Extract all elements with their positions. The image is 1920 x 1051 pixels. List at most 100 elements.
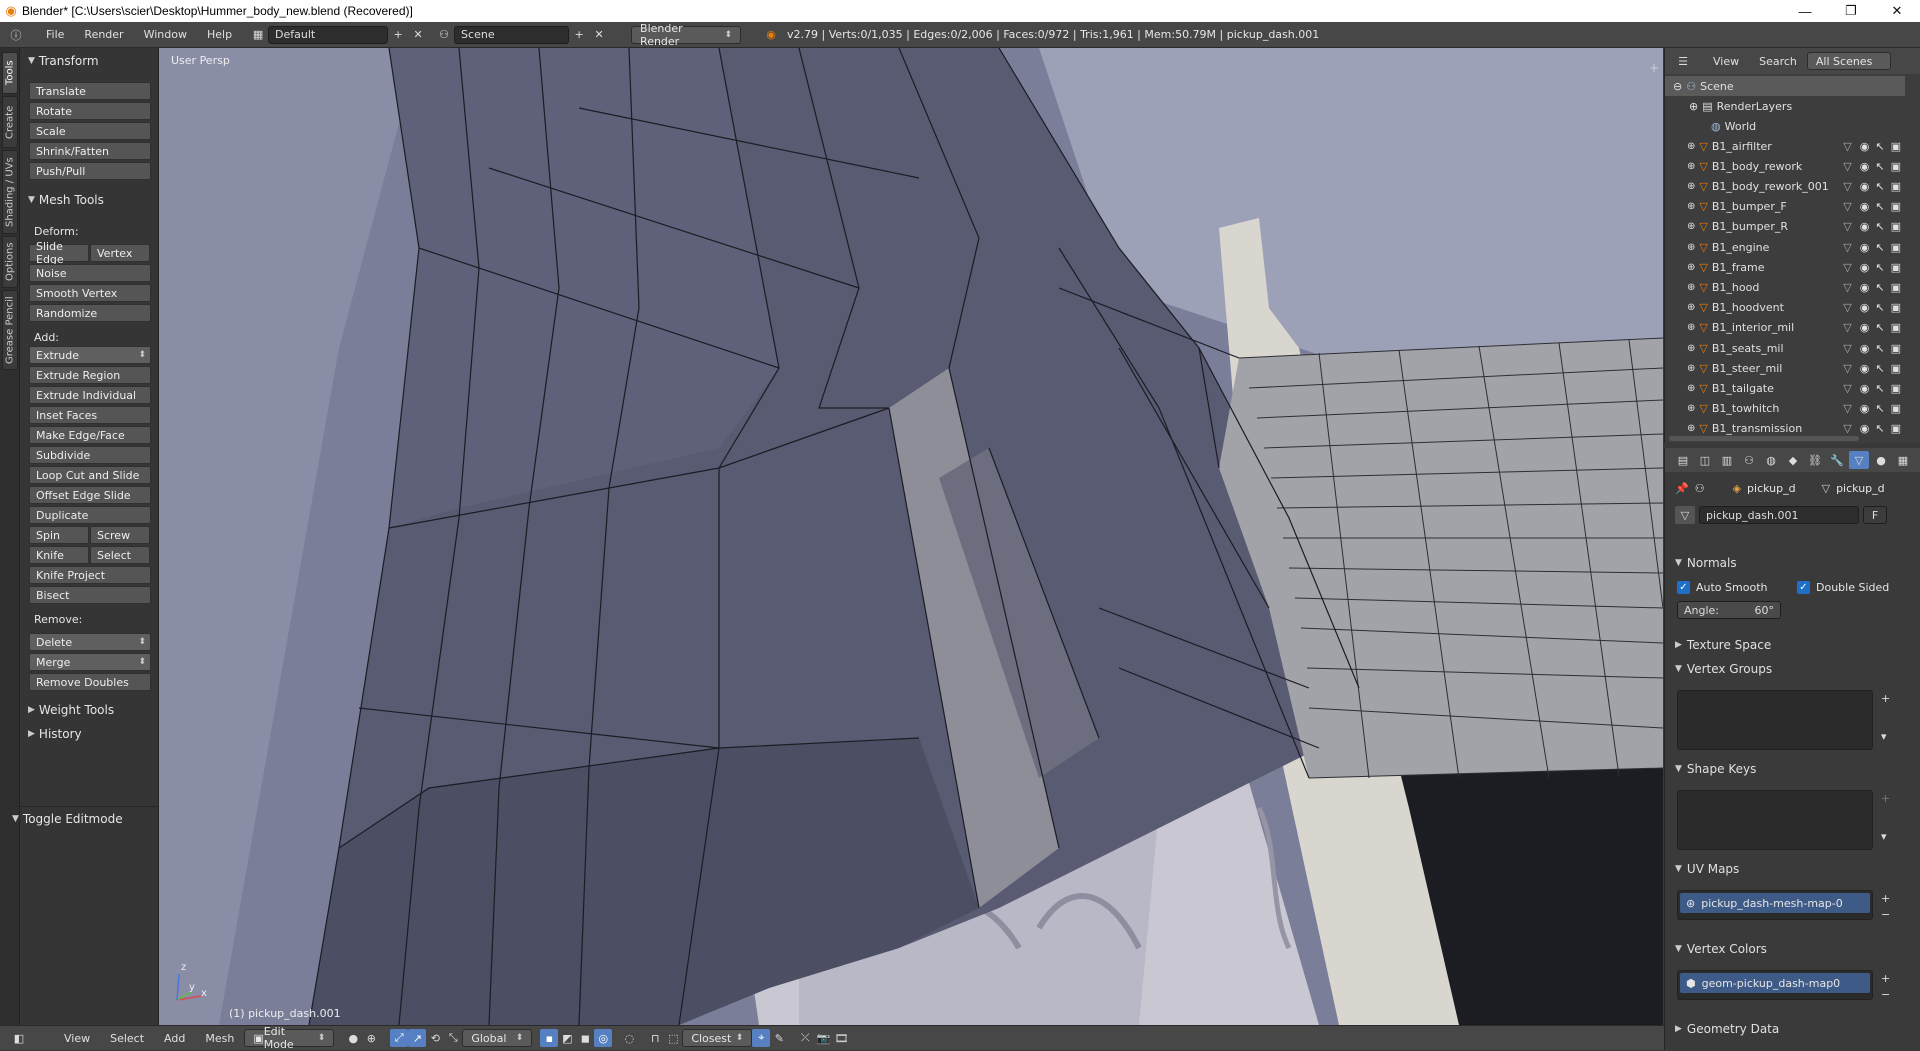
visibility-eye-icon[interactable]: ◉ <box>1860 382 1870 395</box>
breadcrumb-object[interactable]: pickup_d <box>1747 482 1796 495</box>
visibility-eye-icon[interactable]: ◉ <box>1860 140 1870 153</box>
face-select-icon[interactable]: ◼ <box>576 1029 594 1047</box>
remove-layout-icon[interactable]: ✕ <box>408 26 428 44</box>
double-sided-toggle[interactable]: ✓ Double Sided <box>1797 581 1889 594</box>
selectability-cursor-icon[interactable]: ↖ <box>1875 301 1884 314</box>
selectability-cursor-icon[interactable]: ↖ <box>1875 422 1884 435</box>
vertex-color-add-icon[interactable]: + <box>1881 972 1890 985</box>
menu-file[interactable]: File <box>36 28 74 41</box>
selectability-cursor-icon[interactable]: ↖ <box>1875 140 1884 153</box>
selectability-cursor-icon[interactable]: ↖ <box>1875 362 1884 375</box>
render-camera-icon[interactable]: ▣ <box>1891 200 1901 213</box>
render-camera-icon[interactable]: ▣ <box>1891 140 1901 153</box>
merge-dropdown[interactable]: Merge ⬍ <box>29 653 151 671</box>
expand-icon[interactable]: ⊕ <box>1687 262 1695 273</box>
minimize-button[interactable]: — <box>1782 0 1828 22</box>
modifiers-tab-icon[interactable]: 🔧 <box>1827 451 1847 469</box>
view-menu[interactable]: View <box>54 1032 100 1045</box>
duplicate-button[interactable]: Duplicate <box>29 506 151 524</box>
delete-dropdown[interactable]: Delete ⬍ <box>29 633 151 651</box>
expand-icon[interactable]: ⊕ <box>1687 343 1695 354</box>
selectability-cursor-icon[interactable]: ↖ <box>1875 180 1884 193</box>
visibility-eye-icon[interactable]: ◉ <box>1860 241 1870 254</box>
expand-icon[interactable]: ⊕ <box>1687 181 1695 192</box>
expand-icon[interactable]: ⊕ <box>1687 363 1695 374</box>
texture-space-panel-header[interactable]: ▶ Texture Space <box>1675 638 1771 652</box>
snap-align-icon[interactable]: ⌖ <box>752 1029 771 1047</box>
visibility-eye-icon[interactable]: ◉ <box>1860 160 1870 173</box>
visibility-eye-icon[interactable]: ◉ <box>1860 301 1870 314</box>
outliner-object-row[interactable]: ⊕ ▽ B1_steer_mil ▽ ◉ ↖ ▣ <box>1665 358 1905 378</box>
tab-grease-pencil[interactable]: Grease Pencil <box>2 290 18 370</box>
translate-manipulator-icon[interactable]: ↗ <box>408 1029 427 1047</box>
screen-layout-field[interactable]: Default <box>268 25 389 44</box>
vertex-group-menu-icon[interactable]: ▾ <box>1881 730 1887 743</box>
close-button[interactable]: ✕ <box>1874 0 1920 22</box>
expand-icon[interactable]: ⊕ <box>1687 242 1695 253</box>
selectability-cursor-icon[interactable]: ↖ <box>1875 220 1884 233</box>
knife-project-button[interactable]: Knife Project <box>29 566 151 584</box>
visibility-eye-icon[interactable]: ◉ <box>1860 180 1870 193</box>
vertex-groups-panel-header[interactable]: ▼ Vertex Groups <box>1675 662 1772 676</box>
visibility-eye-icon[interactable]: ◉ <box>1860 281 1870 294</box>
expand-icon[interactable]: ⊕ <box>1687 221 1695 232</box>
shape-key-add-icon[interactable]: + <box>1881 792 1890 805</box>
expand-icon[interactable]: ⊕ <box>1687 383 1695 394</box>
menu-help[interactable]: Help <box>197 28 242 41</box>
world-tab-icon[interactable]: ◍ <box>1761 451 1781 469</box>
render-camera-icon[interactable]: ▣ <box>1891 362 1901 375</box>
outliner-object-row[interactable]: ⊕ ▽ B1_hoodvent ▽ ◉ ↖ ▣ <box>1665 298 1905 318</box>
collapse-icon[interactable]: ⊖ <box>1673 80 1682 93</box>
push-pull-button[interactable]: Push/Pull <box>29 162 151 180</box>
scale-manipulator-icon[interactable]: ⤡ <box>444 1029 462 1047</box>
outliner-object-row[interactable]: ⊕ ▽ B1_airfilter ▽ ◉ ↖ ▣ <box>1665 136 1905 156</box>
snap-element-icon[interactable]: ⬚ <box>664 1029 682 1047</box>
outliner-object-row[interactable]: ⊕ ▽ B1_interior_mil ▽ ◉ ↖ ▣ <box>1665 318 1905 338</box>
transform-panel-header[interactable]: ▼ Transform <box>28 54 99 68</box>
pivot-point-icon[interactable]: ⊕ <box>362 1029 380 1047</box>
pin-icon[interactable]: 📌 <box>1675 482 1689 495</box>
add-scene-icon[interactable]: + <box>569 26 589 44</box>
render-camera-icon[interactable]: ▣ <box>1891 422 1901 435</box>
visibility-eye-icon[interactable]: ◉ <box>1860 220 1870 233</box>
render-camera-icon[interactable]: ▣ <box>1891 180 1901 193</box>
menu-window[interactable]: Window <box>134 28 197 41</box>
outliner-object-row[interactable]: ⊕ ▽ B1_seats_mil ▽ ◉ ↖ ▣ <box>1665 338 1905 358</box>
tab-shading-uvs[interactable]: Shading / UVs <box>2 150 18 234</box>
bisect-button[interactable]: Bisect <box>29 586 151 604</box>
outliner-row-scene[interactable]: ⊖ ⚇ Scene <box>1665 76 1905 96</box>
outliner-object-row[interactable]: ⊕ ▽ B1_hood ▽ ◉ ↖ ▣ <box>1665 277 1905 297</box>
visibility-eye-icon[interactable]: ◉ <box>1860 261 1870 274</box>
shape-keys-panel-header[interactable]: ▼ Shape Keys <box>1675 762 1756 776</box>
uv-maps-list[interactable]: ⊛ pickup_dash-mesh-map-0 <box>1677 890 1873 920</box>
3d-view-editor-type-icon[interactable]: ◧ <box>10 1029 28 1047</box>
render-icon[interactable]: 📷 <box>814 1029 832 1047</box>
outliner-scrollbar[interactable] <box>1669 436 1859 441</box>
scale-button[interactable]: Scale <box>29 122 151 140</box>
render-camera-icon[interactable]: ▣ <box>1891 301 1901 314</box>
loop-cut-slide-button[interactable]: Loop Cut and Slide <box>29 466 151 484</box>
outliner-object-row[interactable]: ⊕ ▽ B1_body_rework_001 ▽ ◉ ↖ ▣ <box>1665 176 1905 196</box>
scene-field[interactable]: Scene <box>454 25 570 44</box>
double-sided-checkbox[interactable]: ✓ <box>1797 581 1810 594</box>
remove-scene-icon[interactable]: ✕ <box>589 26 609 44</box>
rotate-button[interactable]: Rotate <box>29 102 151 120</box>
uv-map-item[interactable]: ⊛ pickup_dash-mesh-map-0 <box>1680 893 1870 913</box>
render-camera-icon[interactable]: ▣ <box>1891 402 1901 415</box>
vertex-colors-panel-header[interactable]: ▼ Vertex Colors <box>1675 942 1767 956</box>
selectability-cursor-icon[interactable]: ↖ <box>1875 241 1884 254</box>
select-menu[interactable]: Select <box>100 1032 154 1045</box>
screen-layout-icon[interactable]: ▦ <box>248 26 268 44</box>
render-camera-icon[interactable]: ▣ <box>1891 342 1901 355</box>
offset-edge-slide-button[interactable]: Offset Edge Slide <box>29 486 151 504</box>
uv-map-add-icon[interactable]: + <box>1881 892 1890 905</box>
history-panel-header[interactable]: ▶ History <box>28 727 82 741</box>
outliner-object-row[interactable]: ⊕ ▽ B1_engine ▽ ◉ ↖ ▣ <box>1665 237 1905 257</box>
scene-icon[interactable]: ⚇ <box>434 26 454 44</box>
mesh-name-field[interactable]: pickup_dash.001 <box>1699 506 1859 524</box>
vertex-groups-list[interactable] <box>1677 690 1873 750</box>
geometry-data-panel-header[interactable]: ▶ Geometry Data <box>1675 1022 1779 1036</box>
render-camera-icon[interactable]: ▣ <box>1891 281 1901 294</box>
outliner-menu-search[interactable]: Search <box>1749 55 1807 68</box>
outliner-object-row[interactable]: ⊕ ▽ B1_body_rework ▽ ◉ ↖ ▣ <box>1665 156 1905 176</box>
